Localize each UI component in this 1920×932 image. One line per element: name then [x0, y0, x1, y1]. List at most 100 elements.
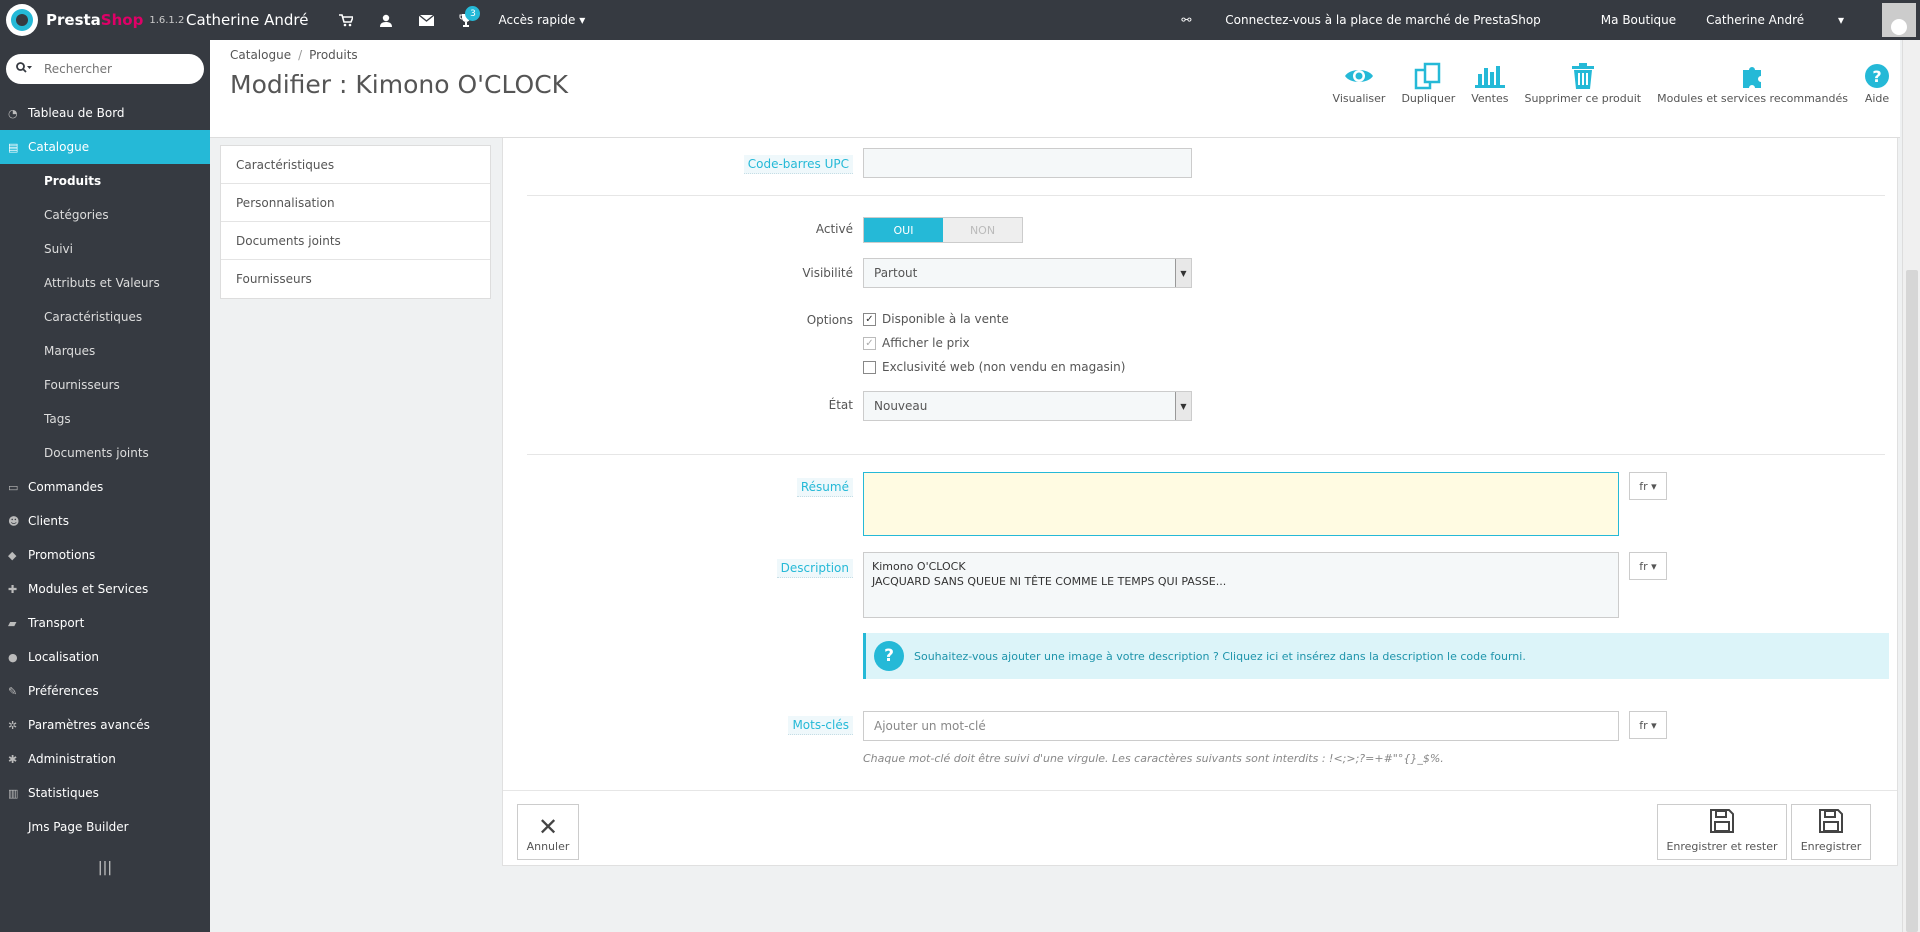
sidebar-item-preferences[interactable]: ✎ Préférences [0, 674, 210, 708]
options-label: Options [806, 313, 853, 327]
search-icon[interactable] [16, 62, 32, 76]
breadcrumb-produits[interactable]: Produits [309, 48, 358, 62]
logo[interactable]: PrestaShop 1.6.1.2 [0, 4, 186, 36]
summary-label: Résumé [796, 478, 853, 497]
tab-fournisseurs[interactable]: Fournisseurs [221, 260, 490, 298]
duplicate-button[interactable]: Dupliquer [1401, 60, 1455, 105]
sidebar-subitem-caracteristiques[interactable]: Caractéristiques [0, 300, 210, 334]
sidebar-subitem-categories[interactable]: Catégories [0, 198, 210, 232]
store-link[interactable]: Ma Boutique [1601, 13, 1676, 27]
trophy-icon[interactable]: 3 [446, 0, 486, 40]
sidebar-item-jms[interactable]: Jms Page Builder [0, 810, 210, 844]
close-icon: ✕ [537, 813, 559, 841]
sidebar-item-dashboard[interactable]: ◔ Tableau de Bord [0, 96, 210, 130]
shop-name[interactable]: Catherine André [186, 11, 308, 29]
option-show-price[interactable]: ✓ Afficher le prix [863, 336, 970, 350]
book-icon: ▤ [8, 140, 19, 154]
user-icon[interactable] [366, 0, 406, 40]
cogs-icon: ✲ [8, 718, 18, 732]
sidebar-item-transport[interactable]: ▰ Transport [0, 606, 210, 640]
tab-personnalisation[interactable]: Personnalisation [221, 184, 490, 222]
breadcrumb-catalogue[interactable]: Catalogue [230, 48, 291, 62]
brand-name: PrestaShop [46, 11, 144, 29]
caret-down-icon: ▼ [1175, 259, 1191, 287]
recommended-modules-button[interactable]: Modules et services recommandés [1657, 60, 1848, 105]
active-switch[interactable]: OUI NON [863, 217, 1023, 243]
product-tabs: Caractéristiques Personnalisation Docume… [220, 145, 491, 299]
upc-input[interactable] [863, 148, 1192, 178]
scrollbar-thumb[interactable] [1906, 270, 1918, 932]
description-textarea[interactable]: Kimono O'CLOCK JACQUARD SANS QUEUE NI TÊ… [863, 552, 1619, 618]
notification-badge: 3 [465, 6, 481, 21]
eye-icon [1344, 60, 1374, 92]
summary-textarea[interactable] [863, 472, 1619, 536]
sidebar-subitem-suivi[interactable]: Suivi [0, 232, 210, 266]
checkbox-icon[interactable] [863, 360, 876, 374]
active-on[interactable]: OUI [864, 218, 943, 242]
save-button[interactable]: Enregistrer [1791, 804, 1871, 860]
save-and-stay-button[interactable]: Enregistrer et rester [1657, 804, 1787, 860]
checkbox-checked-icon[interactable]: ✓ [863, 336, 876, 350]
keywords-help: Chaque mot-clé doit être suivi d'une vir… [863, 752, 1444, 765]
plug-icon: ⚯ [1181, 13, 1192, 27]
sidebar-subitem-marques[interactable]: Marques [0, 334, 210, 368]
floppy-disk-icon [1710, 809, 1734, 836]
sales-button[interactable]: Ventes [1471, 60, 1508, 105]
cart-icon[interactable] [326, 0, 366, 40]
alert-link[interactable]: Cliquez ici [1222, 650, 1278, 663]
quick-access-menu[interactable]: Accès rapide ▾ [498, 13, 585, 27]
description-lang-select[interactable]: fr ▾ [1629, 552, 1667, 580]
question-circle-icon: ? [1864, 60, 1890, 92]
sidebar-subitem-attributs[interactable]: Attributs et Valeurs [0, 266, 210, 300]
tag-icon: ◆ [8, 548, 17, 562]
sidebar-item-clients[interactable]: ☻ Clients [0, 504, 210, 538]
help-button[interactable]: ? Aide [1864, 60, 1890, 105]
option-web-exclusive[interactable]: Exclusivité web (non vendu en magasin) [863, 360, 1125, 374]
puzzle-icon [1739, 60, 1767, 92]
floppy-disk-icon [1819, 809, 1843, 836]
sidebar-subitem-tags[interactable]: Tags [0, 402, 210, 436]
option-available[interactable]: ✓ Disponible à la vente [863, 312, 1009, 326]
visibility-label: Visibilité [802, 266, 853, 280]
sidebar-item-catalogue[interactable]: ▤ Catalogue [0, 130, 210, 164]
copy-icon [1414, 60, 1442, 92]
sidebar-subitem-produits[interactable]: Produits [0, 164, 210, 198]
sidebar-subitem-documents[interactable]: Documents joints [0, 436, 210, 470]
active-label: Activé [815, 222, 853, 236]
breadcrumb: Catalogue / Produits [230, 48, 358, 62]
tab-documents-joints[interactable]: Documents joints [221, 222, 490, 260]
view-button[interactable]: Visualiser [1333, 60, 1385, 105]
delete-product-button[interactable]: Supprimer ce produit [1524, 60, 1641, 105]
visibility-select[interactable]: Partout ▼ [863, 258, 1192, 288]
sidebar-item-administration[interactable]: ✱ Administration [0, 742, 210, 776]
page-scrollbar[interactable] [1902, 40, 1920, 932]
prestashop-logo-icon [6, 4, 38, 36]
sidebar-collapse-icon[interactable]: ||| [0, 860, 210, 876]
product-form: Code-barres UPC Activé OUI NON Visibilit… [502, 138, 1898, 866]
envelope-icon[interactable] [406, 0, 446, 40]
sidebar-item-statistiques[interactable]: ▥ Statistiques [0, 776, 210, 810]
cancel-button[interactable]: ✕ Annuler [517, 804, 579, 860]
state-select[interactable]: Nouveau ▼ [863, 391, 1192, 421]
tab-caracteristiques[interactable]: Caractéristiques [221, 146, 490, 184]
avatar[interactable] [1882, 3, 1916, 37]
active-off[interactable]: NON [943, 218, 1022, 242]
sidebar-item-localisation[interactable]: ● Localisation [0, 640, 210, 674]
keywords-lang-select[interactable]: fr ▾ [1629, 711, 1667, 739]
keywords-input[interactable]: Ajouter un mot-clé [863, 711, 1619, 741]
gear-icon: ✱ [8, 752, 18, 766]
wrench-icon: ✎ [8, 684, 18, 698]
sidebar-item-parametres[interactable]: ✲ Paramètres avancés [0, 708, 210, 742]
divider [527, 195, 1885, 196]
user-menu[interactable]: Catherine André ▾ [1706, 13, 1874, 27]
globe-icon: ● [8, 650, 18, 664]
summary-lang-select[interactable]: fr ▾ [1629, 472, 1667, 500]
toolbar: Visualiser Dupliquer Ventes Supprimer ce… [1317, 60, 1890, 105]
sidebar-subitem-fournisseurs[interactable]: Fournisseurs [0, 368, 210, 402]
checkbox-checked-icon[interactable]: ✓ [863, 312, 876, 326]
sidebar-item-modules[interactable]: ✚ Modules et Services [0, 572, 210, 606]
sidebar-item-commandes[interactable]: ▭ Commandes [0, 470, 210, 504]
search-input[interactable] [44, 62, 174, 76]
marketplace-link[interactable]: ⚯ Connectez-vous à la place de marché de… [1181, 13, 1570, 27]
sidebar-item-promotions[interactable]: ◆ Promotions [0, 538, 210, 572]
